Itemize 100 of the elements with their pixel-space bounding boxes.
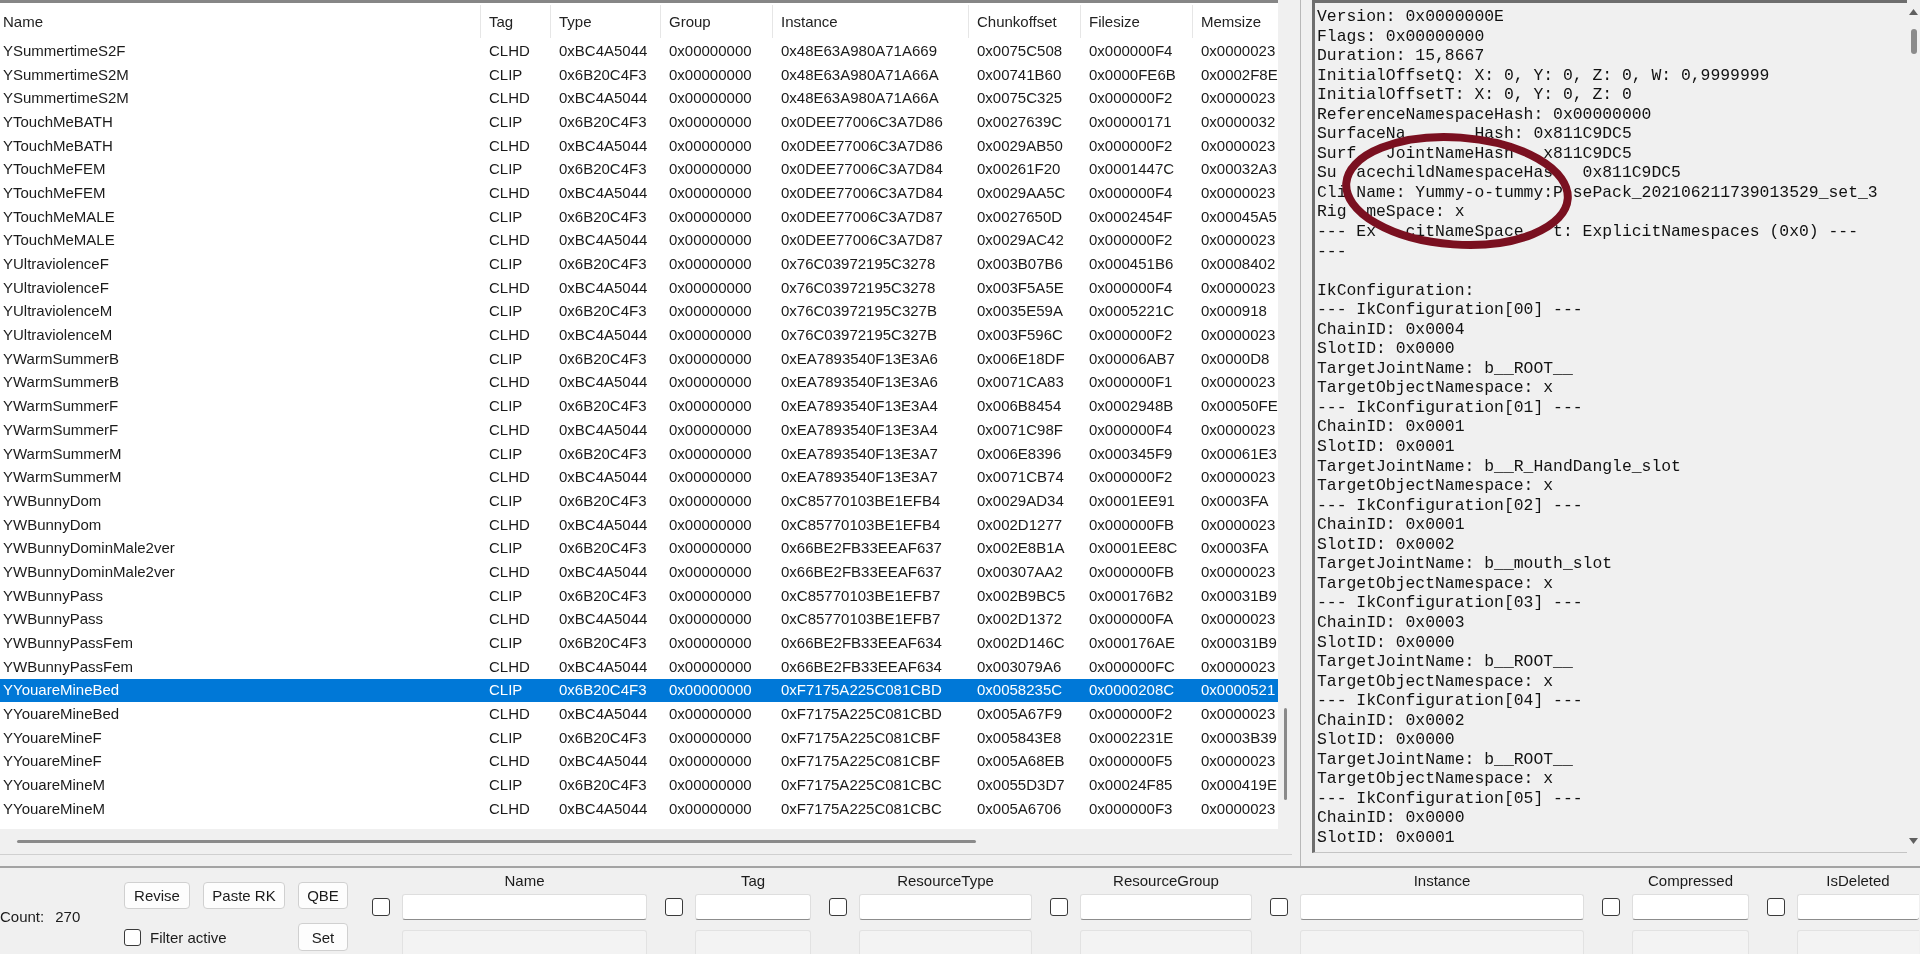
table-row[interactable]: YUltraviolenceM CLIP 0x6B20C4F3 0x00000000 0x76C03972195C327B 0x0035E59A 0x0005221C 0x000918 [0,299,1278,324]
detail-line: SlotID: 0x0002 [1317,534,1455,555]
table-row[interactable]: YTouchMeBATH CLHD 0xBC4A5044 0x00000000 0x0DEE77006C3A7D86 0x0029AB50 0x000000F2 0x0000023 [0,133,1278,158]
table-cell: 0x6B20C4F3 [559,65,647,84]
action-button[interactable]: Revise [124,882,190,909]
filter-active-checkbox[interactable] [124,928,141,946]
table-row[interactable]: YWBunnyDom CLHD 0xBC4A5044 0x00000000 0xC85770103BE1EFB4 0x002D1277 0x000000FB 0x0000023 [0,512,1278,537]
column-header[interactable]: Chunkoffset [977,12,1057,31]
column-header[interactable]: Group [669,12,711,31]
column-header[interactable]: Tag [489,12,514,31]
table-cell: 0x00006AB7 [1089,349,1175,368]
table-row[interactable]: YUltraviolenceF CLHD 0xBC4A5044 0x00000000 0x76C03972195C3278 0x003F5A5E 0x000000F4 0x0000023 [0,275,1278,300]
table-cell: CLHD [489,752,530,771]
table-row[interactable]: YYouareMineM CLIP 0x6B20C4F3 0x00000000 0xF7175A225C081CBC 0x0055D3D7 0x00024F85 0x000419E [0,773,1278,797]
set-button[interactable]: Set [298,923,348,951]
table-cell: 0x00061E3 [1201,444,1277,463]
table-cell: 0x00050FE [1201,397,1278,416]
table-cell: 0x000000FB [1089,515,1175,534]
table-row[interactable]: YWBunnyDominMale2ver CLIP 0x6B20C4F3 0x00000000 0x66BE2FB33EEAF637 0x002E8B1A 0x0001EE8C 0x0003FA [0,536,1278,561]
scroll-up-arrow-icon[interactable] [1909,9,1918,15]
table-row[interactable]: YTouchMeFEM CLIP 0x6B20C4F3 0x00000000 0x0DEE77006C3A7D84 0x00261F20 0x0001447C 0x00032A3 [0,157,1278,182]
detail-line: ChainID: 0x0002 [1317,710,1465,731]
filter-input-field[interactable] [695,894,811,920]
table-row[interactable]: YYouareMineF CLHD 0xBC4A5044 0x00000000 0xF7175A225C081CBF 0x005A68EB 0x000000F5 0x0000023 [0,749,1278,774]
details-textbox[interactable] [1312,0,1907,853]
filter-input-field[interactable] [1300,894,1584,920]
table-row[interactable]: YTouchMeFEM CLHD 0xBC4A5044 0x00000000 0x0DEE77006C3A7D84 0x0029AA5C 0x000000F4 0x0000023 [0,181,1278,205]
table-cell: 0x0DEE77006C3A7D87 [781,231,943,250]
table-row[interactable]: YWarmSummerB CLIP 0x6B20C4F3 0x00000000 0xEA7893540F13E3A6 0x006E18DF 0x00006AB7 0x0000D8 [0,346,1278,371]
column-header[interactable]: Name [3,12,43,31]
filter-input-field[interactable] [1632,894,1749,920]
table-row[interactable]: YYouareMineBed CLIP 0x6B20C4F3 0x00000000 0xF7175A225C081CBD 0x0058235C 0x0000208C 0x0000521 [0,678,1278,703]
filter-checkbox[interactable] [1270,898,1288,916]
table-row[interactable]: YTouchMeMALE CLHD 0xBC4A5044 0x00000000 0x0DEE77006C3A7D87 0x0029AC42 0x000000F2 0x0000023 [0,228,1278,253]
filter-checkbox[interactable] [665,898,683,916]
table-cell: YTouchMeFEM [3,183,106,202]
detail-line: SurfaceNa Hash: 0x811C9DC5 [1317,124,1632,144]
table-row[interactable]: YUltraviolenceF CLIP 0x6B20C4F3 0x00000000 0x76C03972195C3278 0x003B07B6 0x000451B6 0x0008402 [0,252,1278,276]
table-row[interactable]: YYouareMineM CLHD 0xBC4A5044 0x00000000 0xF7175A225C081CBC 0x005A6706 0x000000F3 0x0000023 [0,797,1278,821]
column-header[interactable]: Filesize [1089,12,1140,31]
table-cell: 0x000000F2 [1089,136,1173,155]
scrollbar-thumb[interactable] [1284,708,1287,800]
table-cell: 0x0000D8 [1201,349,1270,368]
table-row[interactable]: YTouchMeBATH CLIP 0x6B20C4F3 0x00000000 0x0DEE77006C3A7D86 0x0027639C 0x00000171 0x0000032 [0,110,1278,134]
detail-line: --- [1317,241,1347,262]
filter-active-label[interactable]: Filter active [150,928,227,946]
table-cell: 0x0029AA5C [977,183,1066,202]
table-row[interactable]: YYouareMineF CLIP 0x6B20C4F3 0x00000000 0xF7175A225C081CBF 0x005843E8 0x0002231E 0x0003B39 [0,725,1278,750]
filter-input-field[interactable] [859,894,1032,920]
table-cell: YWBunnyPassFem [3,657,134,676]
table-row[interactable]: YWarmSummerM CLHD 0xBC4A5044 0x00000000 0xEA7893540F13E3A7 0x0071CB74 0x000000F2 0x0000023 [0,465,1278,490]
table-row[interactable]: YWarmSummerF CLHD 0xBC4A5044 0x00000000 0xEA7893540F13E3A4 0x0071C98F 0x000000F4 0x0000023 [0,418,1278,442]
table-cell: 0x0DEE77006C3A7D87 [781,207,943,226]
table-row[interactable]: YYouareMineBed CLHD 0xBC4A5044 0x00000000 0xF7175A225C081CBD 0x005A67F9 0x000000F2 0x0000023 [0,702,1278,726]
column-header[interactable]: Type [559,12,592,31]
column-header[interactable]: Memsize [1201,12,1261,31]
scrollbar-thumb[interactable] [1910,29,1917,54]
table-row[interactable]: YWBunnyPass CLHD 0xBC4A5044 0x00000000 0xC85770103BE1EFB7 0x002D1372 0x000000FA 0x0000023 [0,607,1278,632]
filter-input-field[interactable] [1797,894,1919,920]
table-cell: 0x000000F2 [1089,705,1173,724]
table-row[interactable]: YUltraviolenceM CLHD 0xBC4A5044 0x00000000 0x76C03972195C327B 0x003F596C 0x000000F2 0x0000023 [0,323,1278,347]
filter-checkbox[interactable] [1767,898,1785,916]
table-row[interactable]: YTouchMeMALE CLIP 0x6B20C4F3 0x00000000 0x0DEE77006C3A7D87 0x0027650D 0x0002454F 0x00045A5 [0,204,1278,229]
table-row[interactable]: YWarmSummerM CLIP 0x6B20C4F3 0x00000000 0xEA7893540F13E3A7 0x006E8396 0x000345F9 0x00061E3 [0,441,1278,466]
table-cell: CLHD [489,136,530,155]
table-cell: 0x0000023 [1201,183,1276,202]
filter-checkbox[interactable] [372,898,390,916]
filter-checkbox[interactable] [829,898,847,916]
filter-checkbox[interactable] [1050,898,1068,916]
column-header[interactable]: Instance [781,12,838,31]
table-cell: 0x00000000 [669,562,752,581]
action-button[interactable]: QBE [298,882,348,909]
detail-line: Su acechildNamespaceHas 0x811C9DC5 [1317,163,1681,183]
table-row[interactable]: YWBunnyPassFem CLIP 0x6B20C4F3 0x00000000 0x66BE2FB33EEAF634 0x002D146C 0x000176AE 0x00031B9 [0,631,1278,655]
table-cell: 0xBC4A5044 [559,326,648,345]
table-cell: 0x0005221C [1089,302,1175,321]
table-cell: CLHD [489,183,530,202]
table-cell: 0x0029AC42 [977,231,1064,250]
table-row[interactable]: YSummertimeS2F CLHD 0xBC4A5044 0x00000000 0x48E63A980A71A669 0x0075C508 0x000000F4 0x0000023 [0,39,1278,63]
table-row[interactable]: YWarmSummerF CLIP 0x6B20C4F3 0x00000000 0xEA7893540F13E3A4 0x006B8454 0x0002948B 0x00050FE [0,394,1278,418]
filter-input-field[interactable] [402,894,647,920]
table-cell: 0x000000F2 [1089,231,1173,250]
table-cell: 0x00000000 [669,112,752,131]
table-row[interactable]: YWBunnyPassFem CLHD 0xBC4A5044 0x00000000 0x66BE2FB33EEAF634 0x003079A6 0x000000FC 0x0000023 [0,654,1278,679]
table-row[interactable]: YWBunnyDominMale2ver CLHD 0xBC4A5044 0x00000000 0x66BE2FB33EEAF637 0x00307AA2 0x000000FB 0x0000023 [0,560,1278,584]
table-cell: 0x0027639C [977,112,1063,131]
table-cell: 0x0000023 [1201,326,1276,345]
table-row[interactable]: YSummertimeS2M CLHD 0xBC4A5044 0x00000000 0x48E63A980A71A66A 0x0075C325 0x000000F2 0x0000023 [0,86,1278,111]
table-row[interactable]: YWBunnyDom CLIP 0x6B20C4F3 0x00000000 0xC85770103BE1EFB4 0x0029AD34 0x0001EE91 0x0003FA [0,489,1278,513]
table-cell: CLHD [489,373,530,392]
action-button[interactable]: Paste RK [203,882,285,909]
scroll-down-arrow-icon[interactable] [1909,838,1918,844]
table-row[interactable]: YSummertimeS2M CLIP 0x6B20C4F3 0x00000000 0x48E63A980A71A66A 0x00741B60 0x0000FE6B 0x0002F8E [0,62,1278,87]
scrollbar-thumb[interactable] [17,840,976,843]
filter-checkbox[interactable] [1602,898,1620,916]
table-cell: 0x6B20C4F3 [559,207,647,226]
table-row[interactable]: YWBunnyPass CLIP 0x6B20C4F3 0x00000000 0xC85770103BE1EFB7 0x002B9BC5 0x000176B2 0x00031B9 [0,583,1278,608]
filter-input-field[interactable] [1080,894,1252,920]
table-row[interactable]: YWarmSummerB CLHD 0xBC4A5044 0x00000000 0xEA7893540F13E3A6 0x0071CA83 0x000000F1 0x0000023 [0,370,1278,395]
table-cell: 0x00000000 [669,65,752,84]
